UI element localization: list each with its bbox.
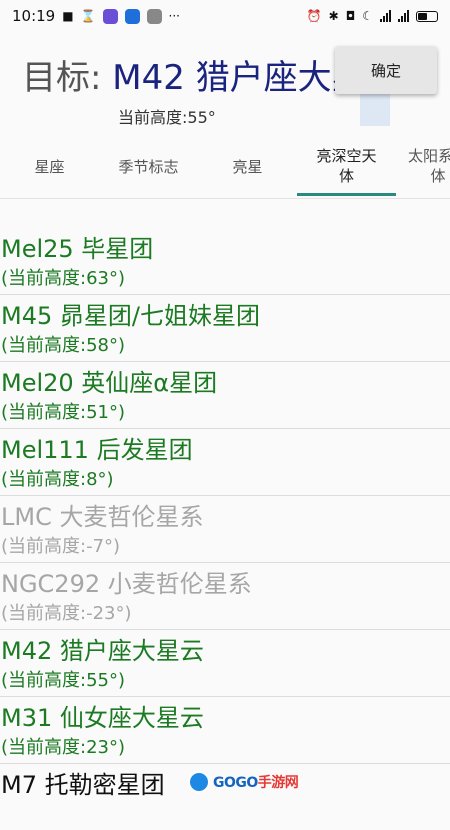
object-name: Mel111 后发星团 [1, 436, 193, 464]
object-name: M31 仙女座大星云 [1, 704, 204, 732]
tab-constellations[interactable]: 星座 [0, 134, 99, 198]
battery-icon [416, 10, 438, 22]
list-item[interactable]: M45 昴星团/七姐妹星团 (当前高度:58°) [0, 295, 450, 362]
overlay-fade [360, 92, 390, 126]
app-icon [102, 8, 118, 24]
deep-sky-object-list: Mel25 毕星团 (当前高度:63°) M45 昴星团/七姐妹星团 (当前高度… [0, 228, 450, 830]
target-header: 目标: M42 猎户座大星云 当前高度:55° 确定 [0, 32, 450, 132]
target-prefix: 目标: [22, 58, 102, 98]
list-item[interactable]: Mel111 后发星团 (当前高度:8°) [0, 429, 450, 496]
watermark: GOGO手游网 [188, 768, 299, 796]
list-item[interactable]: M31 仙女座大星云 (当前高度:23°) [0, 697, 450, 764]
list-item[interactable]: NGC292 小麦哲伦星系 (当前高度:-23°) [0, 563, 450, 630]
bluetooth-icon: ✱ [328, 9, 339, 23]
signal-icon [398, 10, 409, 22]
tab-solar-system[interactable]: 太阳系天体 [408, 134, 450, 198]
hourglass-icon: ⌛ [80, 9, 96, 23]
object-altitude: (当前高度:63°) [1, 268, 126, 289]
tab-bright-stars[interactable]: 亮星 [198, 134, 297, 198]
list-item[interactable]: Mel20 英仙座α星团 (当前高度:51°) [0, 362, 450, 429]
list-item[interactable]: M42 猎户座大星云 (当前高度:55°) [0, 630, 450, 697]
alarm-icon: ⏰ [306, 9, 322, 23]
tab-bright-deep-sky[interactable]: 亮深空天体 [297, 134, 396, 198]
category-tabs: 星座 季节标志 亮星 亮深空天体 太阳系天体 [0, 134, 450, 199]
object-altitude: (当前高度:-7°) [1, 536, 121, 557]
status-left: 10:19 ■ ⌛ ··· [12, 7, 180, 25]
signal-icon [380, 10, 391, 22]
object-name: M7 托勒密星团 [1, 771, 165, 799]
more-icon: ··· [168, 9, 180, 23]
status-bar: 10:19 ■ ⌛ ··· ⏰ ✱ ◘ ☾ [0, 0, 450, 32]
tab-label: 亮深空天体 [316, 147, 377, 185]
active-tab-indicator [297, 193, 396, 196]
object-name: LMC 大麦哲伦星系 [1, 503, 204, 531]
object-altitude: (当前高度:55°) [1, 670, 126, 691]
object-name: Mel20 英仙座α星团 [1, 369, 218, 397]
watermark-logo-icon [188, 771, 210, 793]
object-name: NGC292 小麦哲伦星系 [1, 570, 252, 598]
status-right: ⏰ ✱ ◘ ☾ [307, 10, 438, 22]
object-name: M42 猎户座大星云 [1, 637, 204, 665]
object-altitude: (当前高度:-23°) [1, 603, 132, 624]
object-altitude: (当前高度:23°) [1, 737, 126, 758]
camera-icon: ◘ [345, 9, 356, 23]
app-icon [146, 8, 162, 24]
object-altitude: (当前高度:58°) [1, 335, 126, 356]
list-item[interactable]: LMC 大麦哲伦星系 (当前高度:-7°) [0, 496, 450, 563]
tab-label: 太阳系天体 [408, 147, 450, 185]
current-altitude: 当前高度:55° [118, 108, 216, 127]
object-altitude: (当前高度:51°) [1, 402, 126, 423]
video-icon: ■ [62, 9, 74, 23]
object-altitude: (当前高度:8°) [1, 469, 114, 490]
app-icon [124, 8, 140, 24]
status-time: 10:19 [12, 7, 56, 25]
moon-icon: ☾ [362, 9, 373, 23]
watermark-text: GOGO手游网 [213, 775, 299, 791]
list-item[interactable]: Mel25 毕星团 (当前高度:63°) [0, 228, 450, 295]
object-name: M45 昴星团/七姐妹星团 [1, 302, 260, 330]
tab-seasonal-markers[interactable]: 季节标志 [99, 134, 198, 198]
confirm-button[interactable]: 确定 [335, 46, 437, 94]
object-name: Mel25 毕星团 [1, 235, 154, 263]
